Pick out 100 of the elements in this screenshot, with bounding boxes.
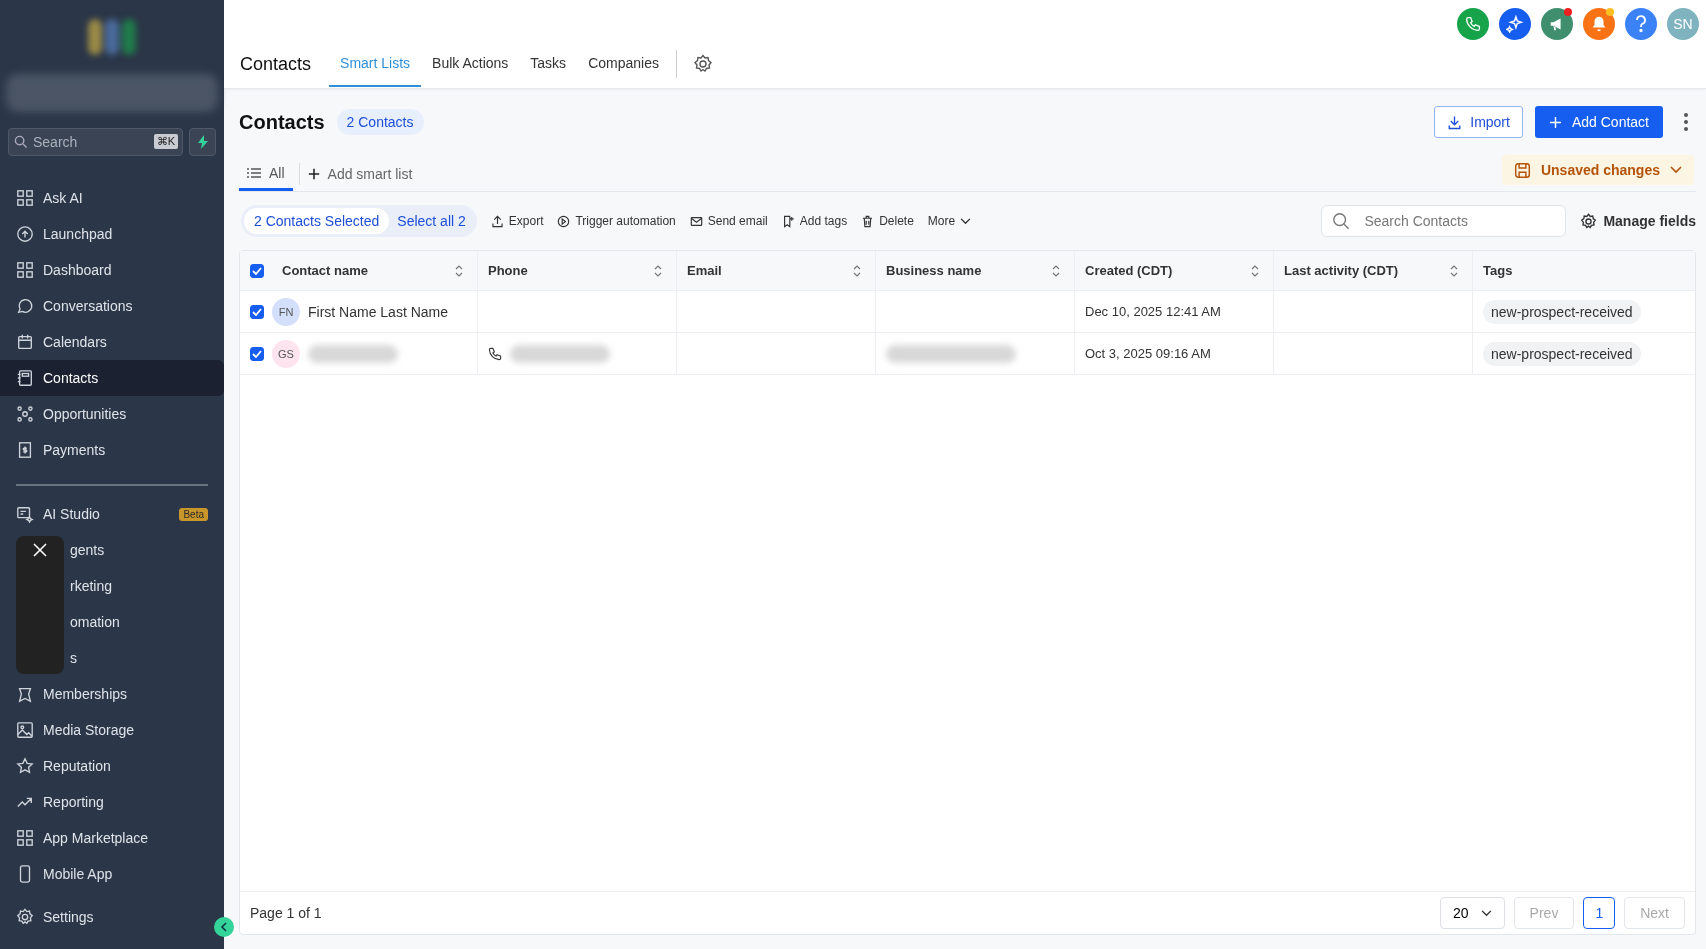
sidebar-item-label: omation (70, 614, 120, 630)
sidebar-item[interactable]: Calendars (0, 324, 224, 360)
save-icon (1513, 161, 1531, 179)
sidebar-item[interactable]: Conversations (0, 288, 224, 324)
sidebar-item[interactable]: Reporting (0, 784, 224, 820)
nav-tab[interactable]: Companies (577, 41, 670, 87)
table-cell: Oct 3, 2025 09:16 AM (1075, 333, 1274, 375)
checkbox[interactable] (250, 346, 264, 361)
sidebar-item[interactable]: Dashboard (0, 252, 224, 288)
sidebar-item[interactable]: Launchpad (0, 216, 224, 252)
calendar-icon (16, 333, 34, 351)
lightning-icon (196, 135, 209, 149)
sidebar-item-label: Calendars (43, 334, 107, 350)
megaphone-button[interactable] (1541, 8, 1573, 40)
page-title: Contacts (240, 53, 312, 75)
contact-name[interactable]: First Name Last Name (308, 303, 449, 320)
add-contact-button[interactable]: Add Contact (1534, 106, 1663, 138)
unsaved-changes-button[interactable]: Unsaved changes (1501, 155, 1694, 185)
column-header[interactable]: Contact name (240, 251, 478, 291)
column-header[interactable]: Email (677, 251, 876, 291)
sparkle-button[interactable] (1499, 8, 1531, 40)
nav-tab[interactable]: Tasks (519, 41, 578, 87)
sidebar-item[interactable]: Payments (0, 432, 224, 468)
quick-action-button[interactable] (189, 128, 216, 156)
question-mark-icon (1634, 15, 1648, 33)
phone-button[interactable] (1457, 8, 1489, 40)
chevron-down-icon (960, 217, 972, 225)
sidebar-item[interactable]: Reputation (0, 748, 224, 784)
checkbox[interactable] (250, 263, 264, 278)
sidebar-item[interactable]: Contacts (0, 360, 224, 396)
action-button[interactable]: Trigger automation (557, 214, 676, 228)
action-button[interactable]: Add tags (781, 214, 848, 228)
sidebar-item-label: Launchpad (43, 226, 113, 242)
contact-count-badge: 2 Contacts (336, 109, 424, 135)
upload-circle-icon (16, 225, 34, 243)
sidebar-item[interactable]: Settings (0, 899, 94, 935)
import-button[interactable]: Import (1434, 106, 1523, 138)
table-row[interactable]: FN First Name Last Name Dec 10, 2025 12:41 AM new-prospect-received (240, 291, 1695, 333)
upload-icon (490, 214, 504, 228)
table-row[interactable]: GS Oct 3, 2025 09:16 AM new-prospect-received (240, 333, 1695, 375)
sort-icon (1450, 264, 1458, 277)
chevron-left-icon (220, 922, 228, 932)
settings-icon (1580, 212, 1598, 230)
sidebar-item-label: App Marketplace (43, 830, 149, 846)
list-tab[interactable]: All (239, 157, 293, 191)
dollar-receipt-icon (16, 441, 34, 459)
page-size-dropdown[interactable]: 20 (1440, 897, 1505, 929)
sidebar-item-label: AI Studio (43, 506, 100, 522)
help-button[interactable] (1625, 8, 1657, 40)
bookmark-plus-icon (781, 214, 795, 228)
plus-icon (307, 168, 320, 180)
sidebar-item-label: Settings (43, 909, 94, 925)
column-header[interactable]: Business name (876, 251, 1075, 291)
manage-fields-button[interactable]: Manage fields (1580, 212, 1696, 230)
nav-tab[interactable]: Bulk Actions (421, 41, 520, 87)
ai-sparkle-icon (16, 505, 34, 523)
phone-icon (1465, 16, 1481, 32)
sort-icon (853, 264, 861, 277)
sidebar-item-label: Ask AI (43, 190, 83, 206)
sidebar-item[interactable]: App Marketplace (0, 820, 224, 856)
sidebar-item-label: Dashboard (43, 262, 112, 278)
column-header[interactable]: Created (CDT) (1075, 251, 1274, 291)
settings-icon[interactable] (692, 54, 713, 74)
checkbox[interactable] (250, 304, 264, 319)
sidebar-item[interactable]: Mobile App (0, 856, 224, 892)
action-button[interactable]: Export (490, 214, 544, 228)
sort-icon (1251, 264, 1259, 277)
sidebar-item-label: gents (70, 542, 105, 558)
sidebar-item-label: Conversations (43, 298, 133, 314)
list-icon (247, 166, 261, 179)
column-header[interactable]: Tags (1473, 251, 1695, 291)
sidebar-item[interactable]: Ask AI (0, 180, 224, 216)
add-smart-list-button[interactable]: Add smart list (307, 166, 413, 182)
column-header[interactable]: Phone (478, 251, 677, 291)
page-button[interactable]: 1 (1583, 897, 1616, 929)
tag-chip: new-prospect-received (1483, 341, 1641, 366)
action-button[interactable]: Send email (689, 214, 768, 228)
collapse-button[interactable] (214, 917, 234, 937)
nav-tab[interactable]: Smart Lists (329, 41, 422, 87)
sidebar-item[interactable]: Media Storage (0, 712, 224, 748)
grid-icon (16, 189, 34, 207)
close-icon[interactable] (32, 542, 48, 558)
plus-icon (1548, 115, 1562, 129)
sidebar-item[interactable]: Memberships (0, 676, 224, 712)
action-button[interactable]: Delete (861, 214, 914, 228)
sidebar-item[interactable]: AI Studio Beta (0, 496, 224, 532)
bell-button[interactable] (1583, 8, 1615, 40)
sidebar-item[interactable]: Opportunities (0, 396, 224, 432)
beta-badge: Beta (179, 507, 208, 521)
selected-count-button[interactable]: 2 Contacts Selected (244, 208, 390, 234)
column-header[interactable]: Last activity (CDT) (1274, 251, 1473, 291)
table-cell: Dec 10, 2025 12:41 AM (1075, 291, 1274, 333)
chevron-down-icon (1670, 166, 1682, 174)
star-icon (16, 757, 34, 775)
action-button[interactable]: More (927, 214, 972, 228)
play-circle-icon (557, 214, 571, 228)
sidebar-item-label: rketing (70, 578, 113, 594)
grid-icon (16, 829, 34, 847)
more-options-icon[interactable] (1683, 112, 1689, 132)
select-all-button[interactable]: Select all 2 (389, 208, 474, 234)
